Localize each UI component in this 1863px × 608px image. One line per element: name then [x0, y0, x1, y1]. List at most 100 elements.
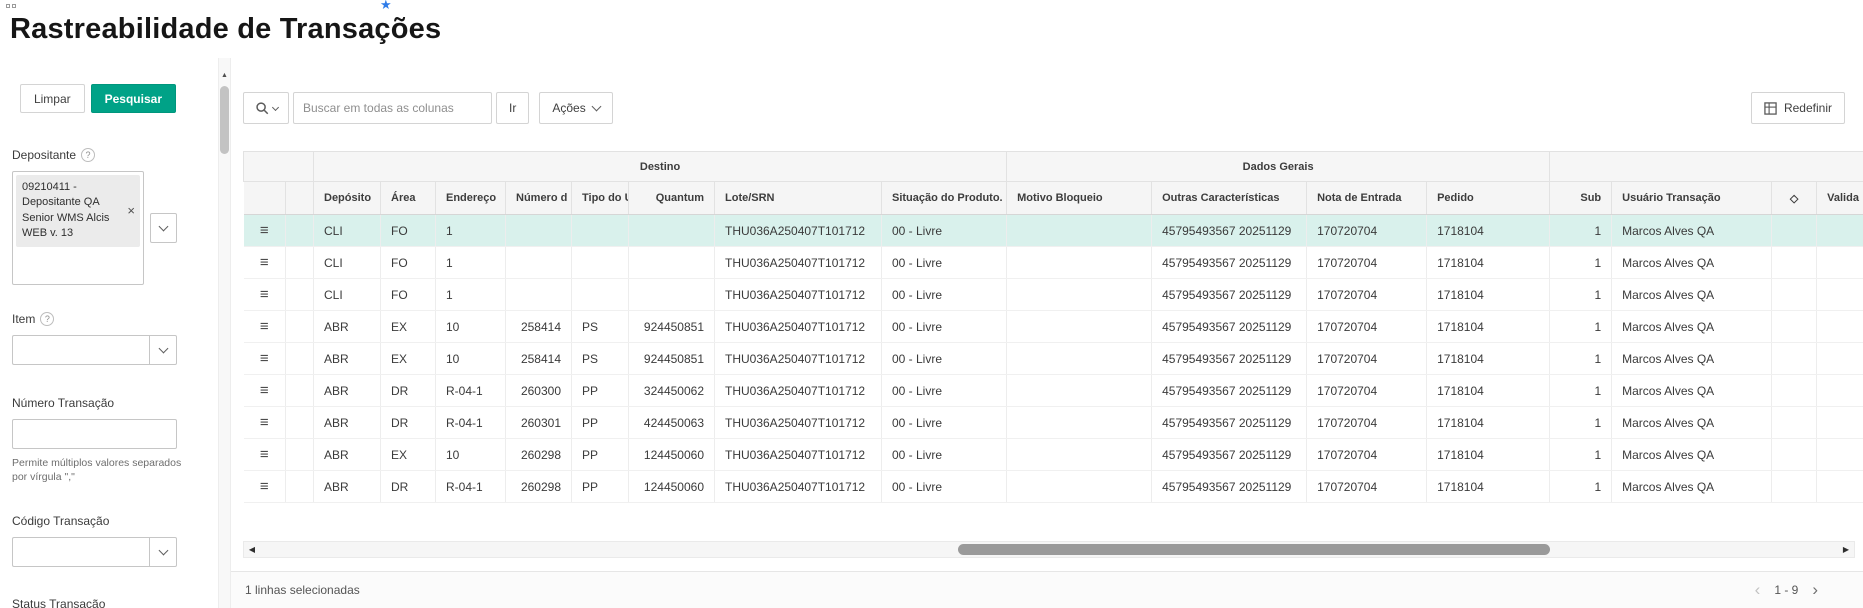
grid-cell[interactable]: 170720704	[1307, 375, 1427, 407]
grid-row[interactable]: ≡CLIFO1THU036A250407T10171200 - Livre457…	[244, 215, 1863, 247]
grid-cell[interactable]: 1	[1550, 439, 1612, 471]
row-menu-icon[interactable]: ≡	[244, 407, 286, 439]
next-page-icon[interactable]: ›	[1812, 580, 1818, 600]
grid-cell[interactable]	[629, 215, 715, 247]
grid-cell[interactable]: 258414	[506, 343, 572, 375]
grid-cell[interactable]	[1772, 471, 1817, 503]
grid-cell[interactable]	[506, 247, 572, 279]
column-header[interactable]: Lote/SRN	[715, 182, 882, 215]
grid-cell[interactable]: 1718104	[1427, 311, 1550, 343]
search-column-button[interactable]	[243, 92, 289, 124]
grid-cell[interactable]	[1772, 407, 1817, 439]
grid-cell[interactable]: 45795493567 20251129	[1152, 279, 1307, 311]
column-header[interactable]: Pedido	[1427, 182, 1550, 215]
column-header[interactable]: Motivo Bloqueio	[1007, 182, 1152, 215]
grid-cell[interactable]: 1	[436, 247, 506, 279]
grid-cell[interactable]	[572, 247, 629, 279]
grid-cell[interactable]: THU036A250407T101712	[715, 407, 882, 439]
grid-cell[interactable]: Marcos Alves QA	[1612, 311, 1772, 343]
grid-cell[interactable]: 45795493567 20251129	[1152, 439, 1307, 471]
scroll-left-icon[interactable]: ◀	[244, 545, 260, 554]
grid-cell[interactable]: 260298	[506, 439, 572, 471]
grid-cell[interactable]: 00 - Livre	[882, 311, 1007, 343]
grid-row[interactable]: ≡ABREX10258414PS924450851THU036A250407T1…	[244, 311, 1863, 343]
grid-cell[interactable]	[1772, 279, 1817, 311]
grid-cell[interactable]: 00 - Livre	[882, 215, 1007, 247]
actions-button[interactable]: Ações	[539, 92, 612, 124]
row-menu-icon[interactable]: ≡	[244, 279, 286, 311]
grid-cell[interactable]: 45795493567 20251129	[1152, 407, 1307, 439]
codigo-transacao-input[interactable]	[12, 537, 149, 567]
grid-cell[interactable]	[1817, 343, 1863, 375]
column-header[interactable]: Nota de Entrada	[1307, 182, 1427, 215]
grid-cell[interactable]: 170720704	[1307, 439, 1427, 471]
grid-cell[interactable]: 258414	[506, 311, 572, 343]
grid-cell[interactable]: 124450060	[629, 471, 715, 503]
grid-cell[interactable]: 45795493567 20251129	[1152, 247, 1307, 279]
grid-cell[interactable]: 00 - Livre	[882, 375, 1007, 407]
grid-cell[interactable]: R-04-1	[436, 407, 506, 439]
grid-cell[interactable]: THU036A250407T101712	[715, 375, 882, 407]
grid-cell[interactable]: THU036A250407T101712	[715, 439, 882, 471]
grid-cell[interactable]: 00 - Livre	[882, 407, 1007, 439]
column-header[interactable]: Número d	[506, 182, 572, 215]
column-header[interactable]: Outras Características	[1152, 182, 1307, 215]
remove-chip-icon[interactable]: ×	[127, 202, 135, 220]
grid-cell[interactable]: 170720704	[1307, 343, 1427, 375]
row-selector-cell[interactable]	[286, 279, 314, 311]
grid-cell[interactable]	[1817, 311, 1863, 343]
grid-cell[interactable]: R-04-1	[436, 375, 506, 407]
grid-cell[interactable]: R-04-1	[436, 471, 506, 503]
grid-cell[interactable]: THU036A250407T101712	[715, 471, 882, 503]
grid-cell[interactable]: 324450062	[629, 375, 715, 407]
sidebar-scrollbar[interactable]: ▲	[218, 58, 231, 608]
grid-cell[interactable]: DR	[381, 375, 436, 407]
grid-cell[interactable]: 1	[1550, 311, 1612, 343]
grid-cell[interactable]	[1817, 375, 1863, 407]
column-header[interactable]: Valida	[1817, 182, 1863, 215]
row-selector-cell[interactable]	[286, 247, 314, 279]
grid-cell[interactable]: FO	[381, 247, 436, 279]
grid-cell[interactable]	[1817, 439, 1863, 471]
row-menu-icon[interactable]: ≡	[244, 471, 286, 503]
grid-cell[interactable]: 1	[1550, 343, 1612, 375]
grid-cell[interactable]	[1007, 311, 1152, 343]
row-selector-cell[interactable]	[286, 439, 314, 471]
grid-cell[interactable]	[1007, 407, 1152, 439]
row-menu-icon[interactable]: ≡	[244, 311, 286, 343]
depositante-multiselect[interactable]: 09210411 - Depositante QA Senior WMS Alc…	[12, 171, 144, 285]
grid-cell[interactable]: 00 - Livre	[882, 247, 1007, 279]
row-selector-cell[interactable]	[286, 343, 314, 375]
grid-cell[interactable]: 45795493567 20251129	[1152, 471, 1307, 503]
grid-cell[interactable]: 260298	[506, 471, 572, 503]
grid-cell[interactable]: Marcos Alves QA	[1612, 471, 1772, 503]
grid-cell[interactable]: 10	[436, 343, 506, 375]
grid-cell[interactable]: DR	[381, 471, 436, 503]
grid-cell[interactable]: 170720704	[1307, 311, 1427, 343]
column-header[interactable]: Situação do Produto.	[882, 182, 1007, 215]
grid-cell[interactable]: 45795493567 20251129	[1152, 375, 1307, 407]
grid-cell[interactable]: 424450063	[629, 407, 715, 439]
grid-cell[interactable]: 1	[436, 215, 506, 247]
column-header[interactable]: Endereço	[436, 182, 506, 215]
grid-cell[interactable]: Marcos Alves QA	[1612, 439, 1772, 471]
grid-cell[interactable]: 1	[1550, 471, 1612, 503]
grid-cell[interactable]: 260301	[506, 407, 572, 439]
grid-cell[interactable]: ABR	[314, 439, 381, 471]
grid-cell[interactable]	[1772, 311, 1817, 343]
grid-cell[interactable]: PP	[572, 375, 629, 407]
grid-cell[interactable]: 1	[1550, 247, 1612, 279]
grid-cell[interactable]: EX	[381, 439, 436, 471]
grid-cell[interactable]: 10	[436, 439, 506, 471]
grid-cell[interactable]: 124450060	[629, 439, 715, 471]
clear-button[interactable]: Limpar	[20, 84, 85, 113]
column-header[interactable]: Usuário Transação	[1612, 182, 1772, 215]
vertical-scrollbar-thumb[interactable]	[220, 86, 229, 154]
grid-cell[interactable]: Marcos Alves QA	[1612, 375, 1772, 407]
grid-cell[interactable]	[1817, 247, 1863, 279]
item-input[interactable]	[12, 335, 149, 365]
grid-cell[interactable]: CLI	[314, 247, 381, 279]
grid-cell[interactable]	[1007, 279, 1152, 311]
grid-cell[interactable]: 924450851	[629, 311, 715, 343]
grid-cell[interactable]: 1	[436, 279, 506, 311]
